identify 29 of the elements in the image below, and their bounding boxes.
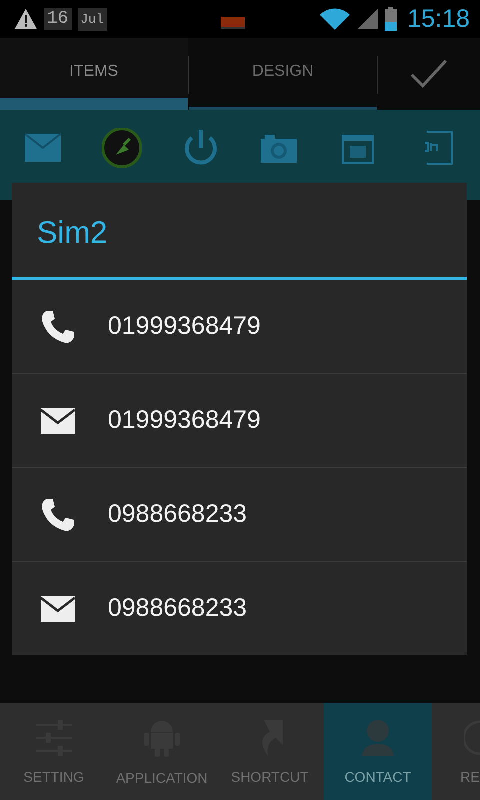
dialog-title: Sim2 [36,214,109,252]
person-icon [361,718,395,756]
envelope-icon [40,596,76,622]
wifi-icon [319,8,352,30]
clock-time: 15:18 [407,4,470,34]
tab[interactable]: ITEMS [0,38,188,110]
bottom-tab[interactable]: APPLICATION [108,703,216,800]
bottom-tab[interactable]: CONTACT [324,703,432,800]
phone-icon [40,310,76,344]
phone-number: 01999368479 [108,312,261,341]
contact-option[interactable]: 0988668233 [12,562,467,655]
date-month: Jul [78,8,108,30]
bottom-tab[interactable]: SETTING [0,703,108,800]
contact-option[interactable]: 01999368479 [12,280,467,373]
date-day: 16 [44,8,72,30]
signal-icon [357,8,380,30]
bottom-tab[interactable]: SHORTCUT [216,703,324,800]
contact-option[interactable]: 0988668233 [12,468,467,561]
envelope-icon [40,408,76,434]
contact-option[interactable]: 01999368479 [12,374,467,467]
warning-icon [14,8,38,30]
checkmark-icon [410,59,448,89]
phone-number: 01999368479 [108,406,261,435]
phone-number: 0988668233 [108,500,248,529]
bottom-tab[interactable]: RE [432,703,480,800]
phone-number: 0988668233 [108,594,248,623]
battery-icon [385,7,398,31]
phone-icon [40,498,76,532]
notification-icon [221,17,246,29]
